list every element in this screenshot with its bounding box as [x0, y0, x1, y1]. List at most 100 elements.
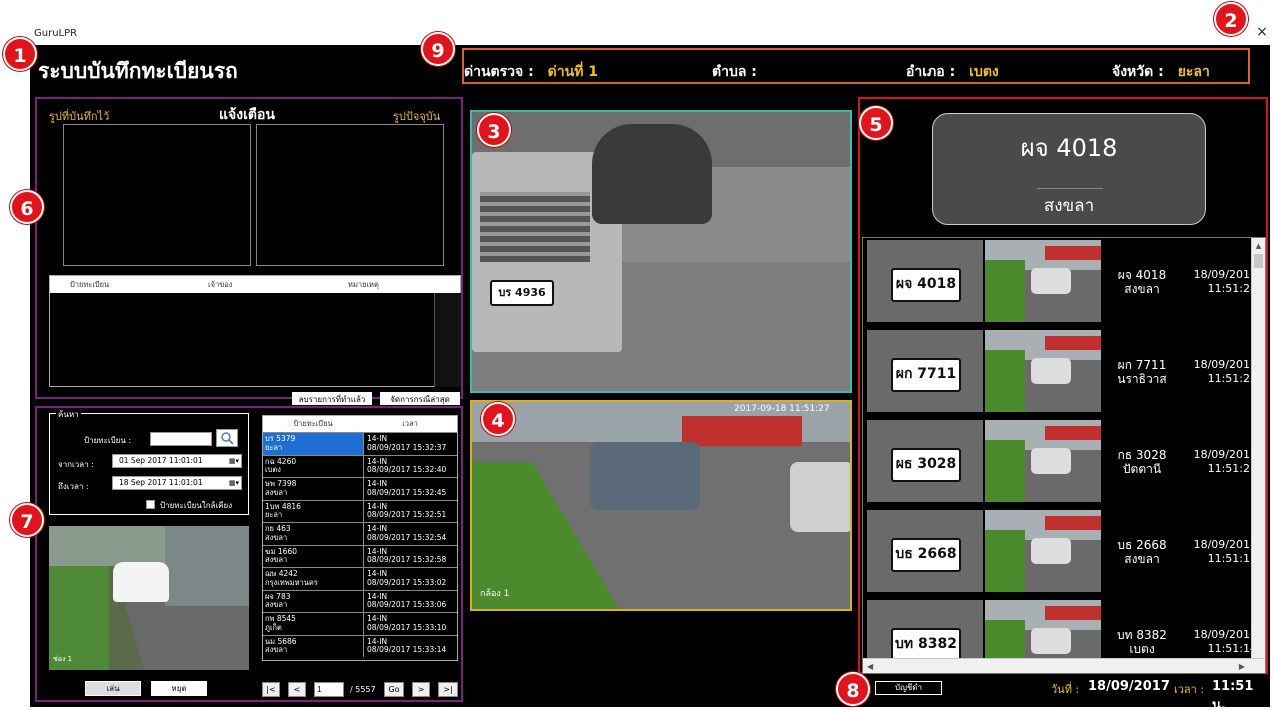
result-row[interactable]: กย 463 สงขลา 14-IN 08/09/2017 15:32:54 — [263, 522, 457, 545]
result-row[interactable]: ฌษ 4242 กรุงเทพมหานคร 14-IN 08/09/2017 15:3… — [263, 567, 457, 590]
alert-title: แจ้งเตือน — [219, 107, 275, 123]
result-row[interactable]: กฉ 4260 เบตง 14-IN 08/09/2017 15:32:40 — [263, 454, 457, 477]
date-value: 18/09/2017 — [1088, 679, 1170, 694]
manage-latest-button[interactable]: จัดการกรณีล่าสุด — [380, 392, 460, 405]
next-page-button[interactable]: > — [412, 682, 430, 697]
detection-plate: ผก 7711 นราธิวาส — [1117, 358, 1167, 386]
go-button[interactable]: Go — [384, 682, 404, 697]
calendar-icon: ▦▾ — [228, 457, 239, 465]
scroll-thumb[interactable] — [1254, 254, 1263, 268]
detection-row[interactable]: ผจ 4018 ผจ 4018 สงขลา 18/09/2017 11:51:28 — [867, 238, 1257, 324]
plate-crop-image: ผจ 4018 — [867, 240, 983, 322]
detection-time: 18/09/2017 11:51:14 — [1193, 628, 1257, 655]
result-plate: บร 5379 ยะลา — [263, 433, 363, 455]
latest-plate-card: ผจ 4018 สงขลา — [932, 113, 1206, 225]
plate-crop-text: ผธ 3028 — [891, 448, 961, 482]
page-total: / 5557 — [350, 685, 376, 694]
to-datetime-picker[interactable]: 18 Sep 2017 11:01:01 ▦▾ — [112, 476, 242, 490]
badge-9: 9 — [421, 32, 455, 66]
search-group: ค้นหา ป้ายทะเบียน : จากเวลา : 01 Sep 201… — [49, 408, 249, 515]
detection-vscroll[interactable]: ▲ — [1251, 238, 1265, 658]
result-time: 14-IN 08/09/2017 15:33:06 — [363, 590, 457, 612]
result-plate: กพ 8545 ภูเก็ต — [265, 614, 296, 632]
detection-plate: บท 8382 เบตง — [1117, 628, 1167, 656]
detection-plate: ผจ 4018 สงขลา — [1117, 268, 1167, 296]
latest-plate: ผจ 4018 — [1020, 134, 1118, 162]
detection-row[interactable]: ผธ 3028 กธ 3028 ปัตตานี 18/09/2017 11:51:21 — [867, 418, 1257, 504]
result-time: 14-IN 08/09/2017 15:32:45 — [363, 478, 457, 500]
result-plate: ฌษ 4242 กรุงเทพมหานคร — [265, 569, 318, 587]
result-time: 14-IN 08/09/2017 15:32:54 — [363, 523, 457, 545]
result-row[interactable]: ผจ 783 สงขลา 14-IN 08/09/2017 15:33:06 — [263, 589, 457, 612]
current-image-label: รูปปัจจุบัน — [393, 110, 441, 123]
last-page-button[interactable]: >| — [438, 682, 458, 697]
result-time: 14-IN 08/09/2017 15:32:58 — [363, 545, 457, 567]
results-col-plate: ป้ายทะเบียน — [293, 419, 333, 428]
to-label: ถึงเวลา : — [58, 482, 89, 491]
detection-row[interactable]: ผก 7711 ผก 7711 นราธิวาส 18/09/2017 11:51:25 — [867, 328, 1257, 414]
alert-panel: รูปที่บันทึกไว้ แจ้งเตือน รูปปัจจุบัน ป้… — [35, 97, 463, 399]
plate-label: ป้ายทะเบียน : — [84, 436, 132, 445]
search-button[interactable] — [216, 429, 238, 447]
plate-search-input[interactable] — [150, 432, 212, 446]
result-row[interactable]: 1บท 4816 ยะลา 14-IN 08/09/2017 15:32:51 — [263, 499, 457, 522]
district-value: เบตง — [969, 64, 999, 80]
subdistrict-label: ตำบล : — [712, 64, 757, 80]
camera-3-plate: บร 4936 — [490, 280, 554, 306]
result-row[interactable]: บร 5379 ยะลา 14-IN 08/09/2017 15:32:37 — [263, 432, 457, 455]
window-title: GuruLPR — [34, 28, 78, 39]
alert-table: ป้ายทะเบียน เจ้าของ หมายเหตุ — [49, 275, 461, 387]
detection-hscroll[interactable]: ◀ ▶ — [863, 658, 1265, 673]
scene-image — [985, 510, 1101, 592]
app-title: ระบบบันทึกทะเบียนรถ — [38, 58, 238, 83]
checkpoint-header: ด่านตรวจ : ด่านที่ 1 ตำบล : อำเภอ : เบตง จ… — [462, 48, 1250, 84]
result-plate: 1บท 4816 ยะลา — [265, 501, 301, 519]
badge-6: 6 — [10, 190, 44, 224]
search-icon — [221, 432, 234, 445]
result-time: 14-IN 08/09/2017 15:33:10 — [363, 613, 457, 635]
nearby-checkbox[interactable] — [146, 500, 155, 509]
scroll-up-icon[interactable]: ▲ — [1252, 238, 1265, 254]
close-icon[interactable]: × — [1255, 24, 1269, 40]
stop-button[interactable]: หยุด — [151, 681, 207, 696]
badge-7: 7 — [10, 503, 44, 537]
detection-time: 18/09/2017 11:51:21 — [1193, 448, 1257, 475]
plate-crop-text: บท 8382 — [891, 628, 961, 662]
detection-list: ผจ 4018 ผจ 4018 สงขลา 18/09/2017 11:51:28 ผก … — [862, 237, 1266, 674]
results-rows: บร 5379 ยะลา 14-IN 08/09/2017 15:32:37 กฉ 42… — [263, 432, 457, 657]
result-row[interactable]: ษพ 7398 สงขลา 14-IN 08/09/2017 15:32:45 — [263, 477, 457, 500]
plate-crop-text: ผจ 4018 — [891, 268, 961, 302]
result-row[interactable]: ฆม 1660 สงขลา 14-IN 08/09/2017 15:32:58 — [263, 544, 457, 567]
result-plate: ผจ 783 สงขลา — [265, 591, 291, 609]
time-value: 11:51 น. — [1212, 679, 1254, 707]
col-note: หมายเหตุ — [348, 280, 379, 289]
detection-time: 18/09/2017 11:51:25 — [1193, 358, 1257, 385]
delete-done-button[interactable]: ลบรายการที่ทำแล้ว — [292, 392, 372, 405]
result-row[interactable]: นม 5686 สงขลา 14-IN 08/09/2017 15:33:14 — [263, 634, 457, 657]
to-datetime-value: 18 Sep 2017 11:01:01 — [119, 478, 203, 487]
camera-4-timestamp: 2017-09-18 11:51:27 — [734, 404, 830, 414]
page-input[interactable] — [314, 682, 344, 697]
blacklist-button[interactable]: บัญชีดำ — [875, 681, 942, 695]
result-row[interactable]: กพ 8545 ภูเก็ต 14-IN 08/09/2017 15:33:10 — [263, 612, 457, 635]
scene-image — [985, 330, 1101, 412]
time-label: เวลา : — [1174, 683, 1205, 696]
play-button[interactable]: เล่น — [85, 681, 141, 696]
detection-row[interactable]: บธ 2668 บธ 2668 สงขลา 18/09/2017 11:51:17 — [867, 508, 1257, 594]
detection-plate: กธ 3028 ปัตตานี — [1117, 448, 1167, 476]
badge-8: 8 — [836, 672, 870, 706]
col-plate: ป้ายทะเบียน — [70, 280, 110, 289]
from-datetime-picker[interactable]: 01 Sep 2017 11:01:01 ▦▾ — [112, 454, 242, 468]
prev-page-button[interactable]: < — [288, 682, 306, 697]
alert-table-scrollbar[interactable] — [434, 293, 461, 387]
results-list: ป้ายทะเบียน เวลา บร 5379 ยะลา 14-IN 08/09/2… — [262, 415, 458, 661]
detection-time: 18/09/2017 11:51:17 — [1193, 538, 1257, 565]
result-time: 14-IN 08/09/2017 15:33:14 — [363, 635, 457, 657]
scroll-right-icon[interactable]: ▶ — [1239, 659, 1245, 673]
first-page-button[interactable]: |< — [262, 682, 280, 697]
scroll-left-icon[interactable]: ◀ — [863, 662, 873, 671]
province-label: จังหวัด : — [1112, 64, 1164, 80]
from-datetime-value: 01 Sep 2017 11:01:01 — [119, 456, 203, 465]
app-main: ระบบบันทึกทะเบียนรถ ด่านตรวจ : ด่านที่ 1 … — [30, 45, 1270, 707]
camera-4-label: กล้อง 1 — [480, 589, 510, 599]
